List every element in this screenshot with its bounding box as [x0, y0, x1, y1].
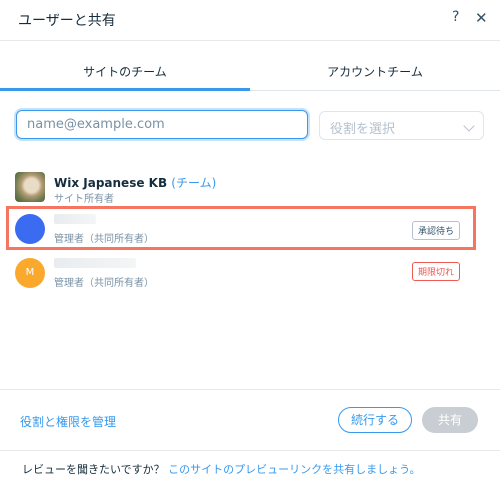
active-tab-indicator [0, 88, 250, 91]
help-icon[interactable]: ? [452, 9, 459, 25]
redacted-name [54, 258, 136, 268]
close-icon[interactable]: ✕ [475, 9, 488, 27]
member-role: 管理者（共同所有者） [54, 278, 154, 289]
footer-text: レビューを聞きたいですか？ [22, 463, 169, 476]
highlight-box [6, 206, 476, 250]
team-avatar [15, 172, 45, 202]
avatar: M [15, 258, 45, 288]
member-row: Wix Japanese KB (チーム) サイト所有者 [0, 170, 500, 210]
divider [0, 450, 500, 451]
email-input[interactable] [16, 110, 308, 139]
tab-site-team[interactable]: サイトのチーム [0, 40, 250, 90]
status-badge-expired: 期限切れ [411, 262, 460, 281]
member-role: サイト所有者 [54, 194, 114, 205]
tab-bar: サイトのチーム アカウントチーム [0, 40, 500, 91]
role-select[interactable]: 役割を選択 [319, 111, 484, 140]
team-tag: (チーム) [171, 176, 217, 190]
divider [0, 389, 500, 390]
member-row: M 管理者（共同所有者） 期限切れ [0, 252, 500, 292]
member-name: Wix Japanese KB [54, 176, 168, 190]
footer: レビューを聞きたいですか？ このサイトのプレビューリンクを共有しましょう。 [22, 461, 421, 477]
share-button[interactable]: 共有 [422, 407, 478, 433]
continue-button[interactable]: 続行する [338, 407, 412, 433]
dialog-header: ユーザーと共有 ? ✕ [0, 0, 500, 41]
role-select-placeholder: 役割を選択 [330, 122, 396, 137]
preview-link[interactable]: このサイトのプレビューリンクを共有しましょう。 [168, 463, 420, 476]
dialog-title: ユーザーと共有 [18, 13, 116, 29]
manage-roles-link[interactable]: 役割と権限を管理 [20, 413, 116, 430]
chevron-down-icon [463, 120, 475, 132]
tab-account-team[interactable]: アカウントチーム [250, 40, 500, 90]
